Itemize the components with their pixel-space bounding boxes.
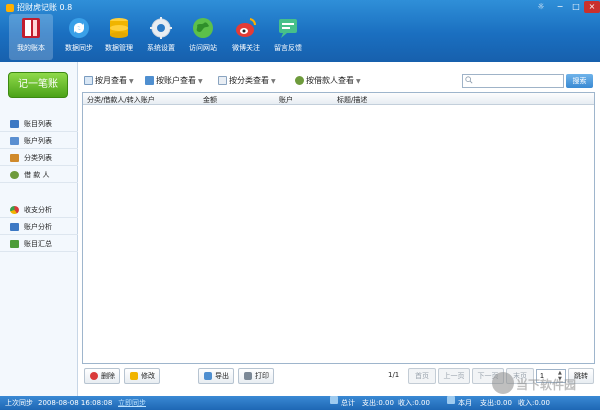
prev-page-button[interactable]: 上一页 bbox=[438, 368, 470, 384]
category-icon bbox=[218, 76, 227, 85]
sidebar-item-income-expense-analysis[interactable]: 收支分析 bbox=[0, 202, 78, 218]
edit-icon bbox=[130, 372, 138, 380]
account-icon bbox=[145, 76, 154, 85]
view-by-month-dropdown[interactable]: 按月查看 ▼ bbox=[84, 74, 134, 88]
pie-chart-icon bbox=[10, 206, 19, 214]
calendar-icon bbox=[84, 76, 93, 85]
bar-chart-icon bbox=[10, 223, 19, 231]
sidebar: 记一笔账 账目列表 账户列表 分类列表 借 款 人 收支分析 账户分析 账目汇总 bbox=[0, 62, 78, 396]
sync-icon bbox=[69, 18, 89, 38]
month-label: 本月 bbox=[458, 399, 472, 407]
close-button[interactable]: × bbox=[584, 1, 600, 13]
entries-table[interactable]: 分类/借款人/转入账户 金额 账户 标题/描述 bbox=[82, 92, 595, 364]
sidebar-item-account-analysis[interactable]: 账户分析 bbox=[0, 219, 78, 235]
edit-button[interactable]: 修改 bbox=[124, 368, 160, 384]
tool-my-ledger[interactable]: 我的账本 bbox=[9, 14, 53, 60]
search-icon bbox=[465, 76, 473, 84]
sidebar-item-summary[interactable]: 账目汇总 bbox=[0, 236, 78, 252]
database-icon bbox=[110, 18, 128, 38]
column-header-title[interactable]: 标题/描述 bbox=[337, 95, 367, 105]
maximize-button[interactable]: □ bbox=[568, 1, 584, 13]
status-bar: 上次同步 2008-08-08 16:08:08 立即同步 总计 支出:0.00… bbox=[0, 396, 600, 410]
sidebar-item-category-list[interactable]: 分类列表 bbox=[0, 150, 78, 166]
search-button[interactable]: 搜索 bbox=[566, 74, 593, 88]
chevron-down-icon: ▼ bbox=[356, 78, 361, 85]
app-logo-icon bbox=[6, 3, 14, 12]
column-header-account[interactable]: 账户 bbox=[279, 95, 293, 105]
delete-icon bbox=[90, 372, 98, 380]
page-indicator: 1/1 bbox=[388, 371, 400, 379]
tool-visit-website[interactable]: 访问网站 bbox=[181, 14, 225, 60]
people-icon bbox=[10, 171, 19, 179]
total-expense: 支出:0.00 bbox=[362, 399, 394, 407]
sidebar-item-borrowers[interactable]: 借 款 人 bbox=[0, 167, 78, 183]
account-icon bbox=[10, 137, 19, 145]
skin-icon[interactable]: ☼ bbox=[533, 1, 549, 13]
gear-icon bbox=[150, 17, 172, 39]
chevron-down-icon: ▼ bbox=[129, 78, 134, 85]
sidebar-item-entry-list[interactable]: 账目列表 bbox=[0, 116, 78, 132]
printer-icon bbox=[244, 372, 252, 380]
month-expense: 支出:0.00 bbox=[480, 399, 512, 407]
first-page-button[interactable]: 首页 bbox=[408, 368, 436, 384]
print-button[interactable]: 打印 bbox=[238, 368, 274, 384]
window-title: 招财虎记账 0.8 bbox=[6, 2, 72, 13]
export-button[interactable]: 导出 bbox=[198, 368, 234, 384]
search-input[interactable] bbox=[462, 74, 564, 88]
tool-data-sync[interactable]: 数据同步 bbox=[57, 14, 101, 60]
calendar-icon bbox=[447, 396, 455, 404]
last-sync-time: 2008-08-08 16:08:08 bbox=[38, 399, 113, 407]
tool-weibo-follow[interactable]: 微博关注 bbox=[224, 14, 268, 60]
sync-now-link[interactable]: 立即同步 bbox=[118, 396, 146, 410]
last-sync-label: 上次同步 bbox=[5, 399, 33, 407]
quick-add-entry-button[interactable]: 记一笔账 bbox=[8, 72, 68, 98]
tool-feedback[interactable]: 留言反馈 bbox=[266, 14, 310, 60]
column-header-amount[interactable]: 金额 bbox=[203, 95, 217, 105]
minimize-button[interactable]: − bbox=[552, 1, 568, 13]
total-income: 收入:0.00 bbox=[398, 399, 430, 407]
column-header-category[interactable]: 分类/借款人/转入账户 bbox=[87, 95, 155, 105]
view-by-category-dropdown[interactable]: 按分类查看 ▼ bbox=[218, 74, 276, 88]
view-by-borrower-dropdown[interactable]: 按借款人查看 ▼ bbox=[295, 74, 361, 88]
view-by-account-dropdown[interactable]: 按账户查看 ▼ bbox=[145, 74, 203, 88]
watermark: 当下软件园 bbox=[492, 372, 597, 398]
download-arrow-icon bbox=[492, 372, 514, 394]
export-icon bbox=[204, 372, 212, 380]
tool-system-settings[interactable]: 系统设置 bbox=[139, 14, 183, 60]
table-header: 分类/借款人/转入账户 金额 账户 标题/描述 bbox=[83, 93, 594, 105]
category-icon bbox=[10, 154, 19, 162]
globe-icon bbox=[193, 18, 213, 38]
chevron-down-icon: ▼ bbox=[198, 78, 203, 85]
feedback-icon bbox=[279, 19, 297, 38]
delete-button[interactable]: 删除 bbox=[84, 368, 120, 384]
tool-data-management[interactable]: 数据管理 bbox=[97, 14, 141, 60]
title-toolbar-band: 招财虎记账 0.8 ☼ − □ × 我的账本 数据同步 数据管理 系统设置 访问… bbox=[0, 0, 600, 62]
sidebar-item-account-list[interactable]: 账户列表 bbox=[0, 133, 78, 149]
weibo-icon bbox=[236, 18, 257, 37]
chevron-down-icon: ▼ bbox=[271, 78, 276, 85]
month-income: 收入:0.00 bbox=[518, 399, 550, 407]
total-icon bbox=[330, 396, 338, 404]
total-label: 总计 bbox=[341, 399, 355, 407]
people-icon bbox=[295, 76, 304, 85]
ledger-book-icon bbox=[22, 18, 40, 38]
list-icon bbox=[10, 120, 19, 128]
summary-icon bbox=[10, 240, 19, 248]
